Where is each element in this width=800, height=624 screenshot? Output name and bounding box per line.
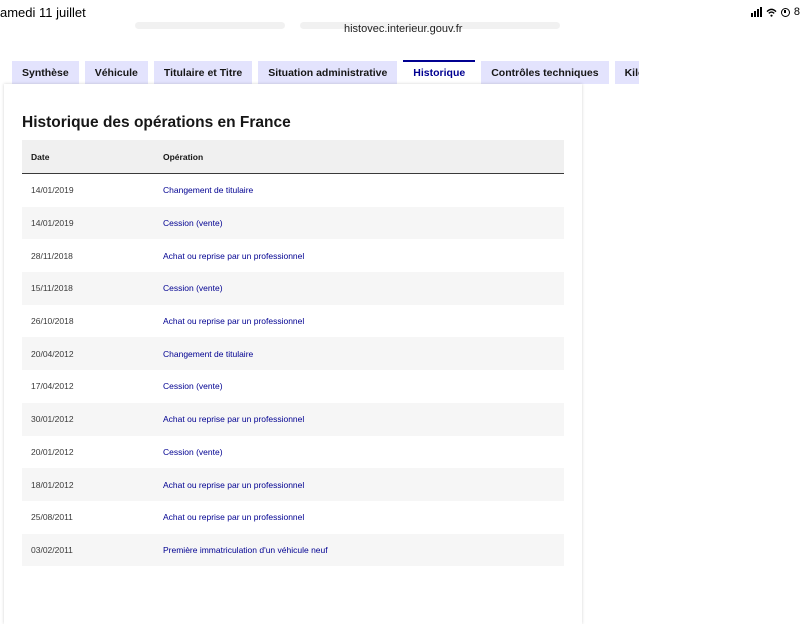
historique-panel: Historique des opérations en France Date… (4, 84, 582, 624)
row-date: 14/01/2019 (31, 185, 74, 196)
table-row: 14/01/2019 Changement de titulaire (22, 174, 564, 207)
column-header-operation: Opération (163, 151, 204, 162)
tab-situation-administrative[interactable]: Situation administrative (258, 61, 398, 84)
orientation-lock-icon (780, 7, 790, 17)
row-date: 20/01/2012 (31, 446, 74, 457)
operation-link[interactable]: Achat ou reprise par un professionnel (163, 480, 304, 490)
operation-link[interactable]: Achat ou reprise par un professionnel (163, 251, 304, 261)
row-date: 30/01/2012 (31, 414, 74, 425)
table-row: 28/11/2018 Achat ou reprise par un profe… (22, 239, 564, 272)
table-row: 14/01/2019 Cession (vente) (22, 206, 564, 240)
table-row: 17/04/2012 Cession (vente) (22, 370, 564, 403)
wifi-icon (766, 8, 777, 17)
operation-link[interactable]: Achat ou reprise par un professionnel (163, 512, 304, 522)
table-row: 25/08/2011 Achat ou reprise par un profe… (22, 501, 564, 534)
row-date: 26/10/2018 (31, 316, 74, 327)
row-date: 20/04/2012 (31, 348, 74, 359)
operation-link[interactable]: Cession (vente) (163, 447, 223, 457)
url-bar-blur-left (135, 22, 285, 29)
tab-vehicule[interactable]: Véhicule (84, 61, 148, 84)
tab-synthese[interactable]: Synthèse (12, 61, 79, 84)
row-date: 17/04/2012 (31, 381, 74, 392)
cellular-signal-icon (750, 7, 762, 17)
status-icons: 8 (750, 6, 800, 18)
operation-link[interactable]: Achat ou reprise par un professionnel (163, 414, 304, 424)
table-row: 26/10/2018 Achat ou reprise par un profe… (22, 305, 564, 338)
tab-bar: Synthèse Véhicule Titulaire et Titre Sit… (12, 60, 639, 84)
table-row: 03/02/2011 Première immatriculation d'un… (22, 533, 564, 567)
table-row: 20/01/2012 Cession (vente) (22, 436, 564, 469)
row-date: 18/01/2012 (31, 479, 74, 490)
tab-historique[interactable]: Historique (403, 60, 476, 84)
operation-link[interactable]: Cession (vente) (163, 218, 223, 228)
table-row: 15/11/2018 Cession (vente) (22, 272, 564, 305)
tab-controles-techniques[interactable]: Contrôles techniques (481, 61, 609, 84)
table-row: 18/01/2012 Achat ou reprise par un profe… (22, 468, 564, 501)
operation-link[interactable]: Première immatriculation d'un véhicule n… (163, 545, 328, 555)
row-date: 25/08/2011 (31, 512, 73, 523)
operation-link[interactable]: Cession (vente) (163, 283, 223, 293)
column-header-date: Date (31, 151, 50, 162)
operation-link[interactable]: Cession (vente) (163, 381, 223, 391)
status-date: amedi 11 juillet (0, 5, 86, 20)
table-row: 20/04/2012 Changement de titulaire (22, 337, 564, 371)
operation-link[interactable]: Changement de titulaire (163, 349, 253, 359)
operation-link[interactable]: Changement de titulaire (163, 185, 253, 195)
row-date: 03/02/2011 (31, 544, 73, 555)
battery-level: 8 (793, 6, 800, 18)
operations-table: Date Opération 14/01/2019 Changement de … (22, 140, 564, 567)
table-row: 30/01/2012 Achat ou reprise par un profe… (22, 402, 564, 436)
table-header: Date Opération (22, 140, 564, 174)
row-date: 14/01/2019 (31, 218, 74, 229)
row-date: 28/11/2018 (31, 250, 73, 261)
tab-titulaire-et-titre[interactable]: Titulaire et Titre (153, 61, 253, 84)
row-date: 15/11/2018 (31, 283, 73, 294)
tab-kilometrage[interactable]: Kilo (614, 61, 639, 84)
section-title: Historique des opérations en France (22, 114, 291, 131)
operation-link[interactable]: Achat ou reprise par un professionnel (163, 316, 304, 326)
url-text[interactable]: histovec.interieur.gouv.fr (344, 23, 462, 35)
